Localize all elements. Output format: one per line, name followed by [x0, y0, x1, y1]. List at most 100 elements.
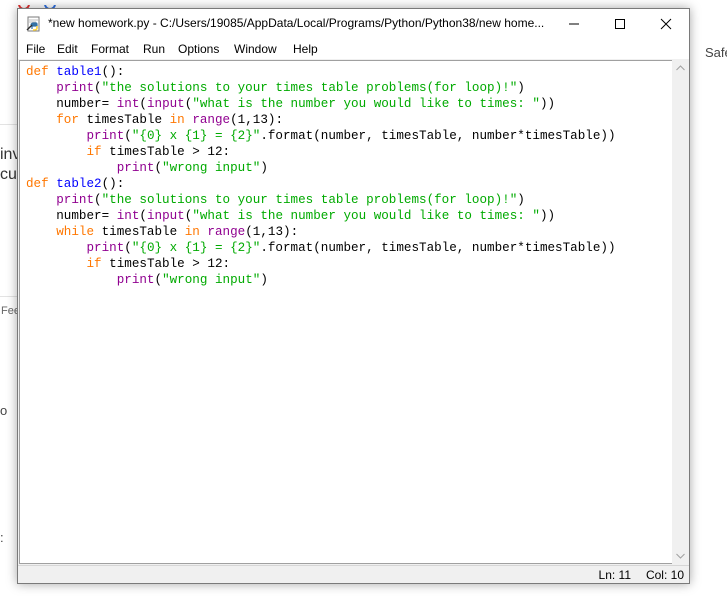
code-text-segment: ( — [94, 193, 102, 207]
code-text-segment: ) — [517, 193, 525, 207]
scroll-down-button[interactable] — [672, 548, 688, 564]
minimize-button[interactable] — [551, 9, 597, 39]
code-keyword: def — [26, 177, 49, 191]
code-text-segment: timesTable — [94, 225, 185, 239]
code-builtin: print — [86, 241, 125, 255]
code-text-segment: )) — [539, 209, 556, 223]
code-text-segment: timesTable — [78, 113, 170, 127]
maximize-button[interactable] — [597, 9, 643, 39]
code-text-segment: ) — [260, 273, 268, 287]
code-builtin: range — [207, 225, 246, 239]
code-text-segment: timesTable > 12: — [101, 145, 231, 159]
code-string: "wrong input" — [162, 273, 261, 287]
chevron-up-icon — [675, 65, 685, 71]
background-text-4: o — [0, 403, 8, 418]
code-definition: table1 — [56, 65, 102, 79]
chevron-down-icon — [675, 553, 685, 559]
code-text-segment: )) — [539, 97, 556, 111]
code-string: "the solutions to your times table probl… — [101, 81, 518, 95]
menu-window[interactable]: Window — [234, 42, 277, 56]
code-line[interactable]: while timesTable in range(1,13): — [26, 224, 616, 240]
code-line[interactable]: if timesTable > 12: — [26, 256, 616, 272]
code-text-segment: ) — [517, 81, 525, 95]
minimize-icon — [569, 23, 579, 25]
menu-help[interactable]: Help — [293, 42, 318, 56]
code-text-segment — [26, 225, 56, 239]
code-text[interactable]: def table1(): print("the solutions to yo… — [26, 64, 616, 288]
code-builtin: int — [116, 97, 140, 111]
code-line[interactable]: if timesTable > 12: — [26, 144, 616, 160]
code-text-segment: (): — [101, 65, 125, 79]
column-number-indicator: Col: 10 — [645, 568, 684, 582]
code-line[interactable]: print("the solutions to your times table… — [26, 80, 616, 96]
code-string: "wrong input" — [162, 161, 261, 175]
code-text-segment: ( — [154, 161, 163, 175]
code-builtin: print — [56, 81, 95, 95]
code-text-segment: .format(number, timesTable, number*times… — [260, 129, 616, 143]
code-builtin: print — [116, 273, 155, 287]
code-text-segment: ( — [124, 241, 132, 255]
background-divider — [0, 296, 18, 297]
code-line[interactable]: print("{0} x {1} = {2}".format(number, t… — [26, 240, 616, 256]
code-keyword: for — [56, 113, 79, 127]
scroll-up-button[interactable] — [672, 60, 688, 76]
code-line[interactable]: print("the solutions to your times table… — [26, 192, 616, 208]
code-string: "what is the number you would like to ti… — [192, 209, 540, 223]
menu-run[interactable]: Run — [143, 42, 165, 56]
menu-options[interactable]: Options — [178, 42, 219, 56]
code-keyword: def — [26, 65, 49, 79]
code-builtin: print — [86, 129, 125, 143]
code-text-segment — [26, 273, 117, 287]
line-number-indicator: Ln: 11 — [598, 568, 631, 582]
code-text-segment — [26, 193, 56, 207]
menu-format[interactable]: Format — [91, 42, 129, 56]
menu-edit[interactable]: Edit — [57, 42, 78, 56]
background-text-safe: Safe — [705, 45, 727, 60]
maximize-icon — [615, 19, 625, 29]
code-line[interactable]: print("wrong input") — [26, 160, 616, 176]
code-builtin: range — [192, 113, 231, 127]
vertical-scrollbar[interactable] — [672, 60, 688, 564]
code-line[interactable]: def table2(): — [26, 176, 616, 192]
background-text-5: : — [0, 530, 4, 545]
menu-bar: File Edit Format Run Options Window Help — [18, 39, 689, 59]
code-text-segment: number= — [26, 209, 117, 223]
code-keyword: if — [86, 145, 102, 159]
code-text-segment — [26, 161, 117, 175]
code-text-segment: .format(number, timesTable, number*times… — [260, 241, 616, 255]
code-builtin: input — [146, 209, 185, 223]
code-text-segment: ( — [139, 97, 147, 111]
close-icon — [660, 18, 672, 30]
background-divider — [0, 124, 18, 125]
code-builtin: print — [56, 193, 95, 207]
window-title: *new homework.py - C:/Users/19085/AppDat… — [48, 16, 545, 30]
code-definition: table2 — [56, 177, 102, 191]
code-editor[interactable]: def table1(): print("the solutions to yo… — [19, 60, 673, 564]
code-text-segment: ( — [139, 209, 147, 223]
code-keyword: while — [56, 225, 95, 239]
code-string: "{0} x {1} = {2}" — [131, 241, 261, 255]
status-bar: Ln: 11 Col: 10 — [18, 565, 689, 583]
code-text-segment: timesTable > 12: — [101, 257, 231, 271]
close-button[interactable] — [643, 9, 689, 39]
code-text-segment: number= — [26, 97, 117, 111]
code-line[interactable]: number= int(input("what is the number yo… — [26, 96, 616, 112]
code-builtin: print — [116, 161, 155, 175]
code-line[interactable]: def table1(): — [26, 64, 616, 80]
code-text-segment: ( — [154, 273, 163, 287]
code-string: "what is the number you would like to ti… — [192, 97, 540, 111]
code-text-segment: ( — [94, 81, 102, 95]
code-line[interactable]: for timesTable in range(1,13): — [26, 112, 616, 128]
code-line[interactable]: print("{0} x {1} = {2}".format(number, t… — [26, 128, 616, 144]
code-text-segment: (): — [101, 177, 125, 191]
code-string: "{0} x {1} = {2}" — [131, 129, 261, 143]
code-text-segment — [26, 81, 56, 95]
code-text-segment: (1,13): — [245, 225, 299, 239]
background-toolbar-icons — [16, 0, 96, 8]
title-bar[interactable]: *new homework.py - C:/Users/19085/AppDat… — [18, 9, 689, 39]
code-text-segment: ( — [124, 129, 132, 143]
code-text-segment: (1,13): — [230, 113, 284, 127]
code-line[interactable]: print("wrong input") — [26, 272, 616, 288]
menu-file[interactable]: File — [26, 42, 45, 56]
code-line[interactable]: number= int(input("what is the number yo… — [26, 208, 616, 224]
